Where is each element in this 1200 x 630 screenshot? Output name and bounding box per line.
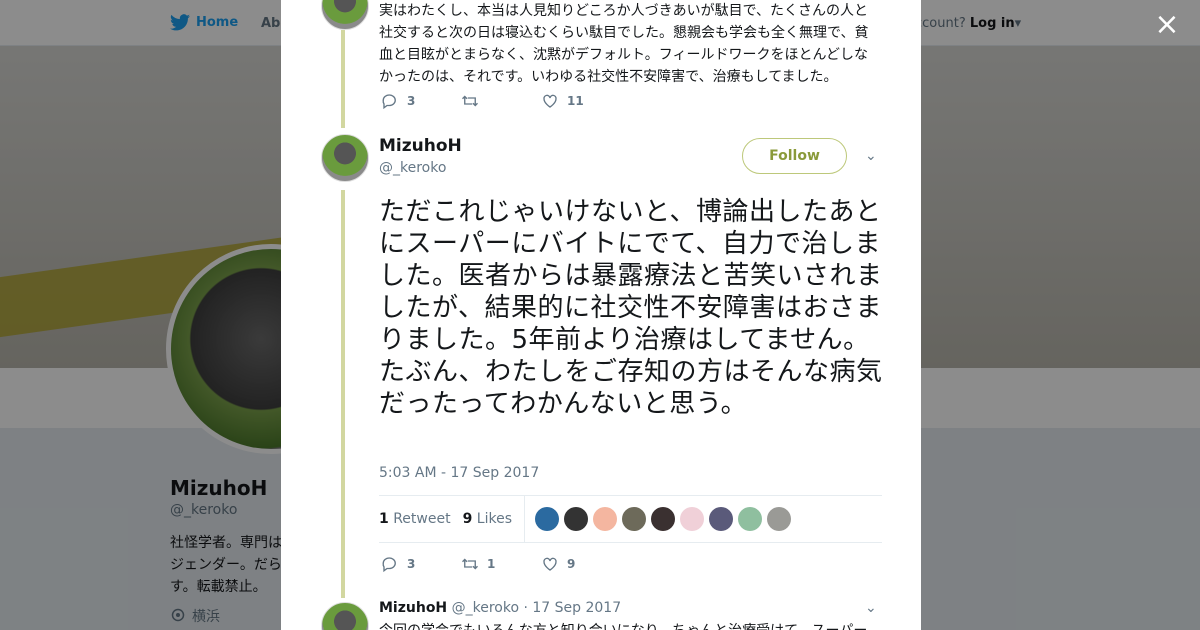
reply-count: 3 — [407, 94, 416, 108]
liker-avatar[interactable] — [680, 507, 704, 531]
next-tweet-header: MizuhoH @_keroko · 17 Sep 2017 — [379, 600, 621, 616]
heart-icon — [543, 557, 557, 571]
tweet-timestamp[interactable]: 5:03 AM - 17 Sep 2017 — [379, 465, 539, 481]
tweet-modal: 実はわたくし、本当は人見知りどころか人づきあいが駄目で、たくさんの人と社交すると… — [281, 0, 921, 630]
reply-icon — [382, 94, 396, 110]
retweet-button[interactable]: 1 — [461, 555, 541, 573]
next-author-name[interactable]: MizuhoH — [379, 600, 447, 616]
tweet-actions: 3 1 9 — [381, 555, 621, 573]
heart-icon — [543, 94, 557, 108]
like-button[interactable]: 11 — [541, 92, 621, 110]
retweet-icon — [462, 558, 478, 570]
retweet-button[interactable] — [461, 92, 541, 110]
liker-avatar[interactable] — [767, 507, 791, 531]
liker-avatar[interactable] — [738, 507, 762, 531]
liker-avatar[interactable] — [709, 507, 733, 531]
tweet-stats: 1 Retweet 9 Likes — [379, 495, 882, 543]
thread-line — [341, 190, 345, 598]
liker-avatars — [535, 507, 791, 531]
retweet-count: 1 — [487, 557, 496, 571]
next-author-handle[interactable]: @_keroko — [452, 600, 519, 616]
reply-button[interactable]: 3 — [381, 555, 461, 573]
chevron-down-icon[interactable]: ⌄ — [865, 600, 877, 616]
retweet-icon — [462, 95, 478, 107]
retweets-label: Retweet — [393, 511, 451, 527]
retweets-num: 1 — [379, 511, 389, 527]
next-tweet-text: 今回の学会でもいろんな方と知り合いになり、ちゃんと治療受けて、スーパー — [379, 620, 879, 630]
avatar[interactable] — [321, 602, 369, 630]
liker-avatar[interactable] — [535, 507, 559, 531]
tweet-text: ただこれじゃいけないと、博論出したあとにスーパーにバイトにでて、自力で治しました… — [379, 197, 883, 419]
follow-button[interactable]: Follow — [742, 138, 847, 174]
likes-label: Likes — [476, 511, 512, 527]
avatar[interactable] — [321, 0, 369, 30]
author-name[interactable]: MizuhoH — [379, 136, 462, 156]
likes-stat[interactable]: 9 Likes — [463, 511, 512, 527]
likes-num: 9 — [462, 511, 473, 527]
liker-avatar[interactable] — [651, 507, 675, 531]
liker-avatar[interactable] — [593, 507, 617, 531]
reply-count: 3 — [407, 557, 416, 571]
prev-tweet-text: 実はわたくし、本当は人見知りどころか人づきあいが駄目で、たくさんの人と社交すると… — [379, 3, 869, 85]
like-count: 11 — [567, 94, 584, 108]
next-tweet-date[interactable]: · 17 Sep 2017 — [523, 600, 621, 616]
chevron-down-icon[interactable]: ⌄ — [865, 148, 877, 164]
thread-line — [341, 30, 345, 128]
reply-icon — [382, 557, 396, 573]
like-button[interactable]: 9 — [541, 555, 621, 573]
avatar[interactable] — [321, 134, 369, 182]
prev-tweet-actions: 3 11 — [381, 92, 621, 110]
author-handle[interactable]: @_keroko — [379, 160, 446, 176]
liker-avatar[interactable] — [564, 507, 588, 531]
like-count: 9 — [567, 557, 576, 571]
reply-button[interactable]: 3 — [381, 92, 461, 110]
close-icon[interactable]: × — [1152, 10, 1182, 40]
liker-avatar[interactable] — [622, 507, 646, 531]
retweet-stat[interactable]: 1 Retweet — [379, 511, 451, 527]
stats-divider — [524, 495, 525, 543]
